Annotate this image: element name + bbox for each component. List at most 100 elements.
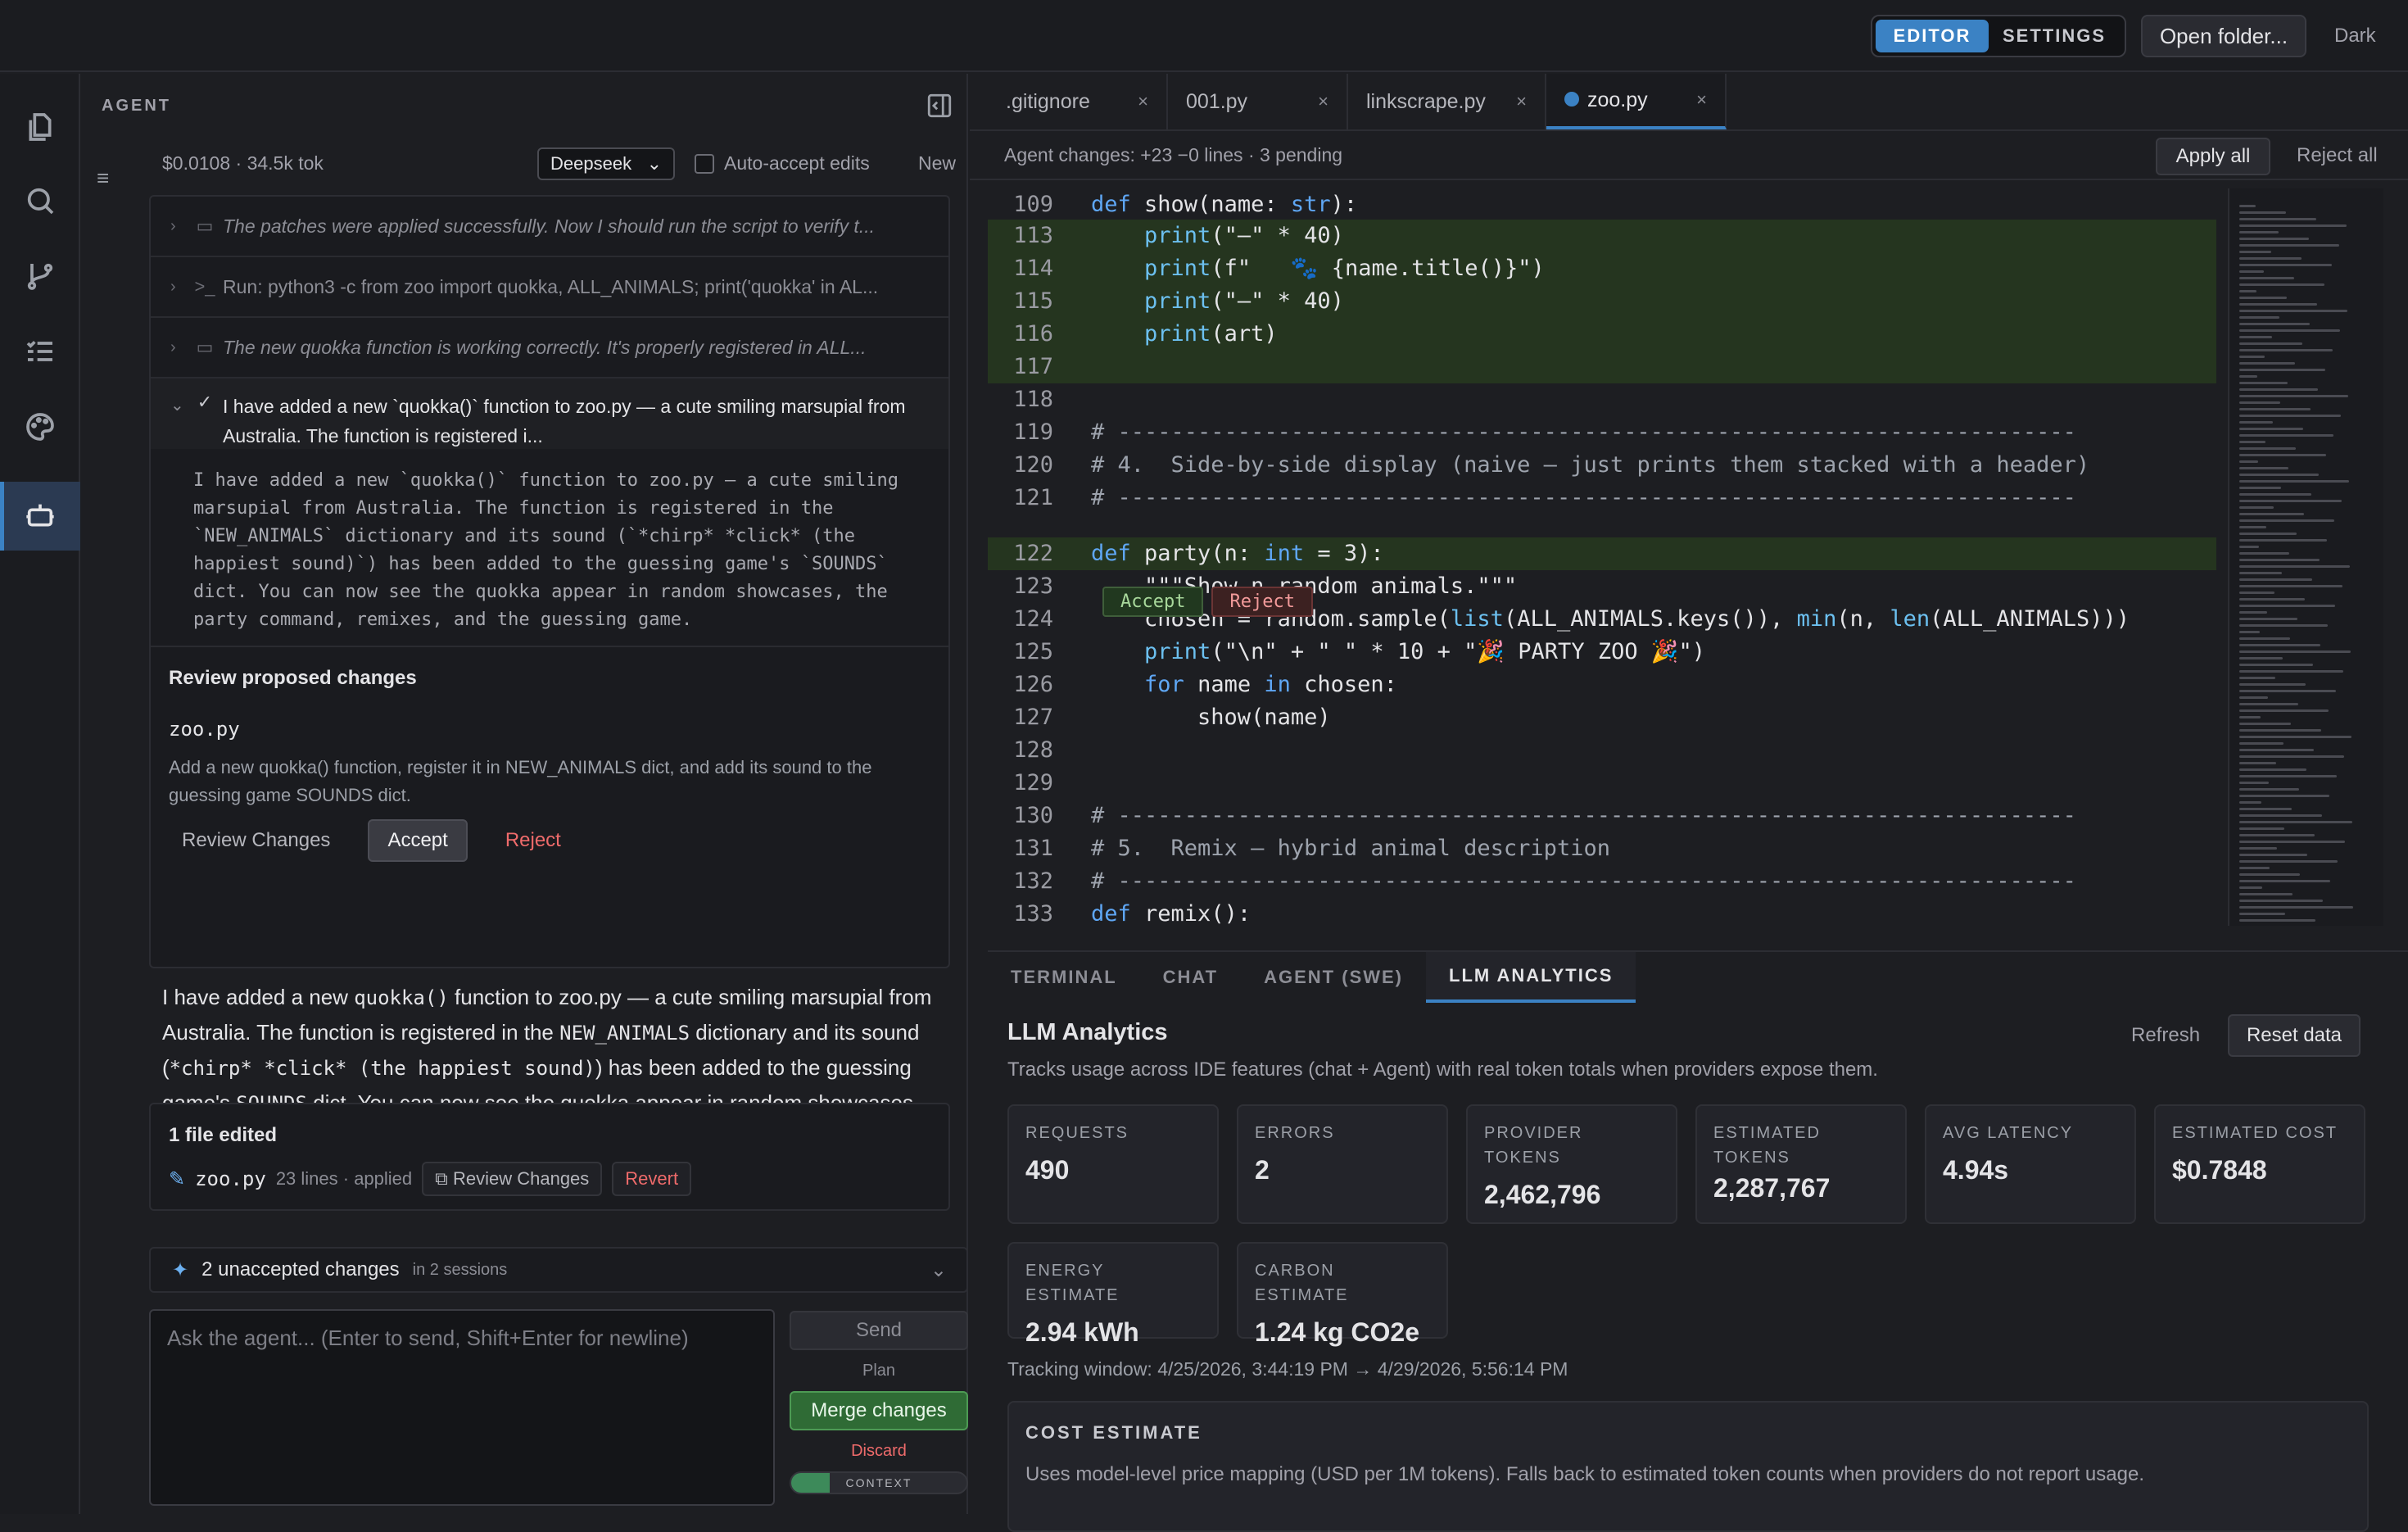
code-line[interactable]: 133 def remix(): xyxy=(988,898,2216,926)
code-line[interactable]: 115 print("—" * 40) xyxy=(988,285,2216,318)
code-line[interactable]: 118 xyxy=(988,383,2216,416)
code-line[interactable]: 131 # 5. Remix — hybrid animal descriptio… xyxy=(988,832,2216,865)
top-bar: EDITOR SETTINGS Open folder... Dark xyxy=(0,0,2408,72)
revert-button[interactable]: Revert xyxy=(612,1162,692,1196)
tab-label: zoo.py xyxy=(1587,88,1648,111)
review-changes-button[interactable]: Review Changes xyxy=(169,821,343,860)
code-line[interactable]: 120 # 4. Side-by-side display (naive — ju… xyxy=(988,449,2216,482)
agent-robot-icon[interactable] xyxy=(20,495,61,536)
line-number: 122 xyxy=(1013,541,1053,566)
minimap-line xyxy=(2239,565,2350,568)
edit-icon: ✎ xyxy=(169,1167,186,1190)
reject-all-button[interactable]: Reject all xyxy=(2297,144,2378,167)
auto-accept-toggle[interactable]: Auto-accept edits xyxy=(695,152,870,175)
code-line[interactable]: 116 print(art) xyxy=(988,318,2216,351)
tab-zoo-py[interactable]: zoo.py × xyxy=(1546,74,1727,129)
tab-001-py[interactable]: 001.py × xyxy=(1168,74,1348,129)
stat-label: ENERGY ESTIMATE xyxy=(1025,1262,1120,1304)
context-meter-label: CONTEXT xyxy=(845,1476,912,1489)
minimap-line xyxy=(2239,336,2272,338)
code-line[interactable]: 132 # -----------------------------------… xyxy=(988,865,2216,898)
refresh-button[interactable]: Refresh xyxy=(2131,1024,2200,1047)
code-line[interactable]: 128 xyxy=(988,734,2216,767)
review-changes-button[interactable]: ⧉ Review Changes xyxy=(422,1162,603,1196)
code-text: print("\n" + " " * 10 + "🎉 PARTY ZOO 🎉") xyxy=(1144,639,1705,664)
agent-changes-text: Agent changes: +23 −0 lines · 3 pending xyxy=(1004,144,1343,165)
accept-button[interactable]: Accept xyxy=(368,819,468,862)
minimap-line xyxy=(2239,480,2349,483)
new-session-button[interactable]: New xyxy=(918,152,956,175)
minimap-line xyxy=(2239,559,2320,561)
code-line[interactable]: 127 show(name) xyxy=(988,701,2216,734)
agent-step-final[interactable]: ⌄ ✓ I have added a new `quokka()` functi… xyxy=(151,378,948,449)
discard-button[interactable]: Discard xyxy=(790,1437,968,1465)
code-line[interactable]: 121 # -----------------------------------… xyxy=(988,482,2216,514)
checklist-icon[interactable] xyxy=(20,331,61,372)
agent-step-thought[interactable]: › ▭ The patches were applied successfull… xyxy=(151,197,948,257)
code-line[interactable]: 117 xyxy=(988,351,2216,383)
inline-reject-button[interactable]: Reject xyxy=(1211,587,1313,617)
inline-accept-button[interactable]: Accept xyxy=(1102,587,1204,617)
code-line[interactable]: 114 print(f" 🐾 {name.title()}") xyxy=(988,252,2216,285)
send-button[interactable]: Send xyxy=(790,1311,968,1350)
code-area[interactable]: 109 def show(name: str): 113 print("—" * 4… xyxy=(988,188,2377,926)
code-line[interactable]: 125 print("\n" + " " * 10 + "🎉 PARTY ZOO… xyxy=(988,636,2216,669)
agent-step-command[interactable]: › >_ Run: python3 -c from zoo import quo… xyxy=(151,257,948,318)
close-icon[interactable]: × xyxy=(1696,89,1707,111)
line-number: 123 xyxy=(1013,573,1053,599)
close-icon[interactable]: × xyxy=(1318,91,1328,112)
close-icon[interactable]: × xyxy=(1516,91,1527,112)
apply-all-button[interactable]: Apply all xyxy=(2156,138,2270,175)
minimap-line xyxy=(2239,539,2327,542)
comment-icon: ▭ xyxy=(196,337,214,357)
tab-agent-swe[interactable]: AGENT (SWE) xyxy=(1241,952,1426,1003)
agent-step-thought[interactable]: › ▭ The new quokka function is working c… xyxy=(151,318,948,378)
stat-label: ESTIMATED COST xyxy=(2172,1124,2338,1142)
tab-llm-analytics[interactable]: LLM ANALYTICS xyxy=(1426,952,1636,1003)
minimap[interactable] xyxy=(2228,188,2383,926)
tab-gitignore[interactable]: .gitignore × xyxy=(988,74,1168,129)
edited-file-row: ✎ zoo.py 23 lines · applied ⧉ Review Cha… xyxy=(169,1162,692,1196)
line-number: 130 xyxy=(1013,803,1053,828)
agent-panel: AGENT ≡ $0.0108 · 34.5k tok Deepseek ⌄ A… xyxy=(82,74,968,1514)
close-icon[interactable]: × xyxy=(1138,91,1148,112)
context-meter: CONTEXT xyxy=(790,1471,968,1494)
reject-button[interactable]: Reject xyxy=(492,821,574,860)
code-line[interactable]: 113 print("—" * 40) xyxy=(988,220,2216,252)
stat-label: ERRORS xyxy=(1255,1124,1335,1142)
minimap-line xyxy=(2239,585,2342,587)
collapse-panel-icon[interactable] xyxy=(926,92,953,120)
code-line[interactable]: 126 for name in chosen: xyxy=(988,669,2216,701)
minimap-line xyxy=(2239,919,2315,922)
code-line[interactable]: 122 def party(n: int = 3): xyxy=(988,537,2216,570)
menu-icon[interactable]: ≡ xyxy=(97,165,109,191)
settings-mode-button[interactable]: SETTINGS xyxy=(1989,20,2120,52)
agent-step-text: I have added a new `quokka()` function t… xyxy=(223,396,906,446)
code-line[interactable]: 119 # -----------------------------------… xyxy=(988,416,2216,449)
code-line[interactable]: 109 def show(name: str): xyxy=(988,188,2216,221)
code-line[interactable]: 129 xyxy=(988,767,2216,800)
files-icon[interactable] xyxy=(20,107,61,147)
source-control-icon[interactable] xyxy=(20,256,61,297)
tab-chat[interactable]: CHAT xyxy=(1140,952,1241,1003)
open-folder-button[interactable]: Open folder... xyxy=(2141,15,2306,57)
merge-changes-button[interactable]: Merge changes xyxy=(790,1391,968,1430)
theme-toggle[interactable]: Dark xyxy=(2334,25,2376,48)
external-link-icon: ⧉ xyxy=(435,1168,453,1189)
stat-card-estimated-tokens: ESTIMATED TOKENS 2,287,767 xyxy=(1695,1104,1907,1224)
tab-linkscrape-py[interactable]: linkscrape.py × xyxy=(1348,74,1546,129)
reset-data-button[interactable]: Reset data xyxy=(2228,1014,2360,1057)
tab-terminal[interactable]: TERMINAL xyxy=(988,952,1140,1003)
model-select[interactable]: Deepseek ⌄ xyxy=(537,147,675,180)
palette-icon[interactable] xyxy=(20,406,61,447)
edited-file-name[interactable]: zoo.py xyxy=(195,1167,266,1190)
search-icon[interactable] xyxy=(20,180,61,221)
unaccepted-changes-bar[interactable]: ✦ 2 unaccepted changes in 2 sessions ⌄ xyxy=(149,1247,968,1293)
minimap-line xyxy=(2239,454,2326,456)
editor-mode-button[interactable]: EDITOR xyxy=(1876,20,1989,52)
code-line[interactable]: 130 # -----------------------------------… xyxy=(988,800,2216,832)
minimap-line xyxy=(2239,408,2311,410)
plan-button[interactable]: Plan xyxy=(790,1357,968,1385)
auto-accept-checkbox[interactable] xyxy=(695,153,714,174)
agent-prompt-input[interactable]: Ask the agent... (Enter to send, Shift+E… xyxy=(149,1309,775,1506)
